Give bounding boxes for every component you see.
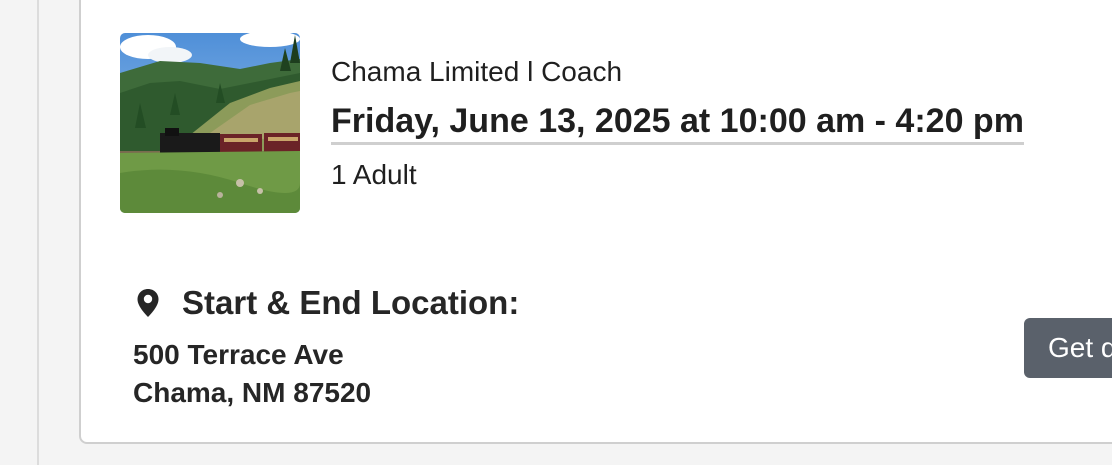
- address: 500 Terrace Ave Chama, NM 87520: [133, 336, 371, 412]
- location-heading-text: Start & End Location:: [182, 284, 520, 321]
- map-pin-icon: [137, 289, 159, 317]
- page: Chama Limited l Coach Friday, June 13, 2…: [0, 0, 1112, 465]
- location-heading: Start & End Location:: [135, 283, 519, 323]
- address-line-2: Chama, NM 87520: [133, 377, 372, 408]
- address-line-1: 500 Terrace Ave: [133, 339, 344, 370]
- train-photo-icon: [120, 33, 300, 213]
- left-divider: [37, 0, 39, 465]
- get-directions-button[interactable]: Get directions: [1024, 318, 1112, 378]
- product-name: Chama Limited l Coach: [331, 56, 623, 87]
- trip-thumbnail: [120, 33, 300, 213]
- date-time-link[interactable]: Friday, June 13, 2025 at 10:00 am - 4:20…: [331, 100, 1024, 145]
- guest-count: 1 Adult: [331, 159, 417, 190]
